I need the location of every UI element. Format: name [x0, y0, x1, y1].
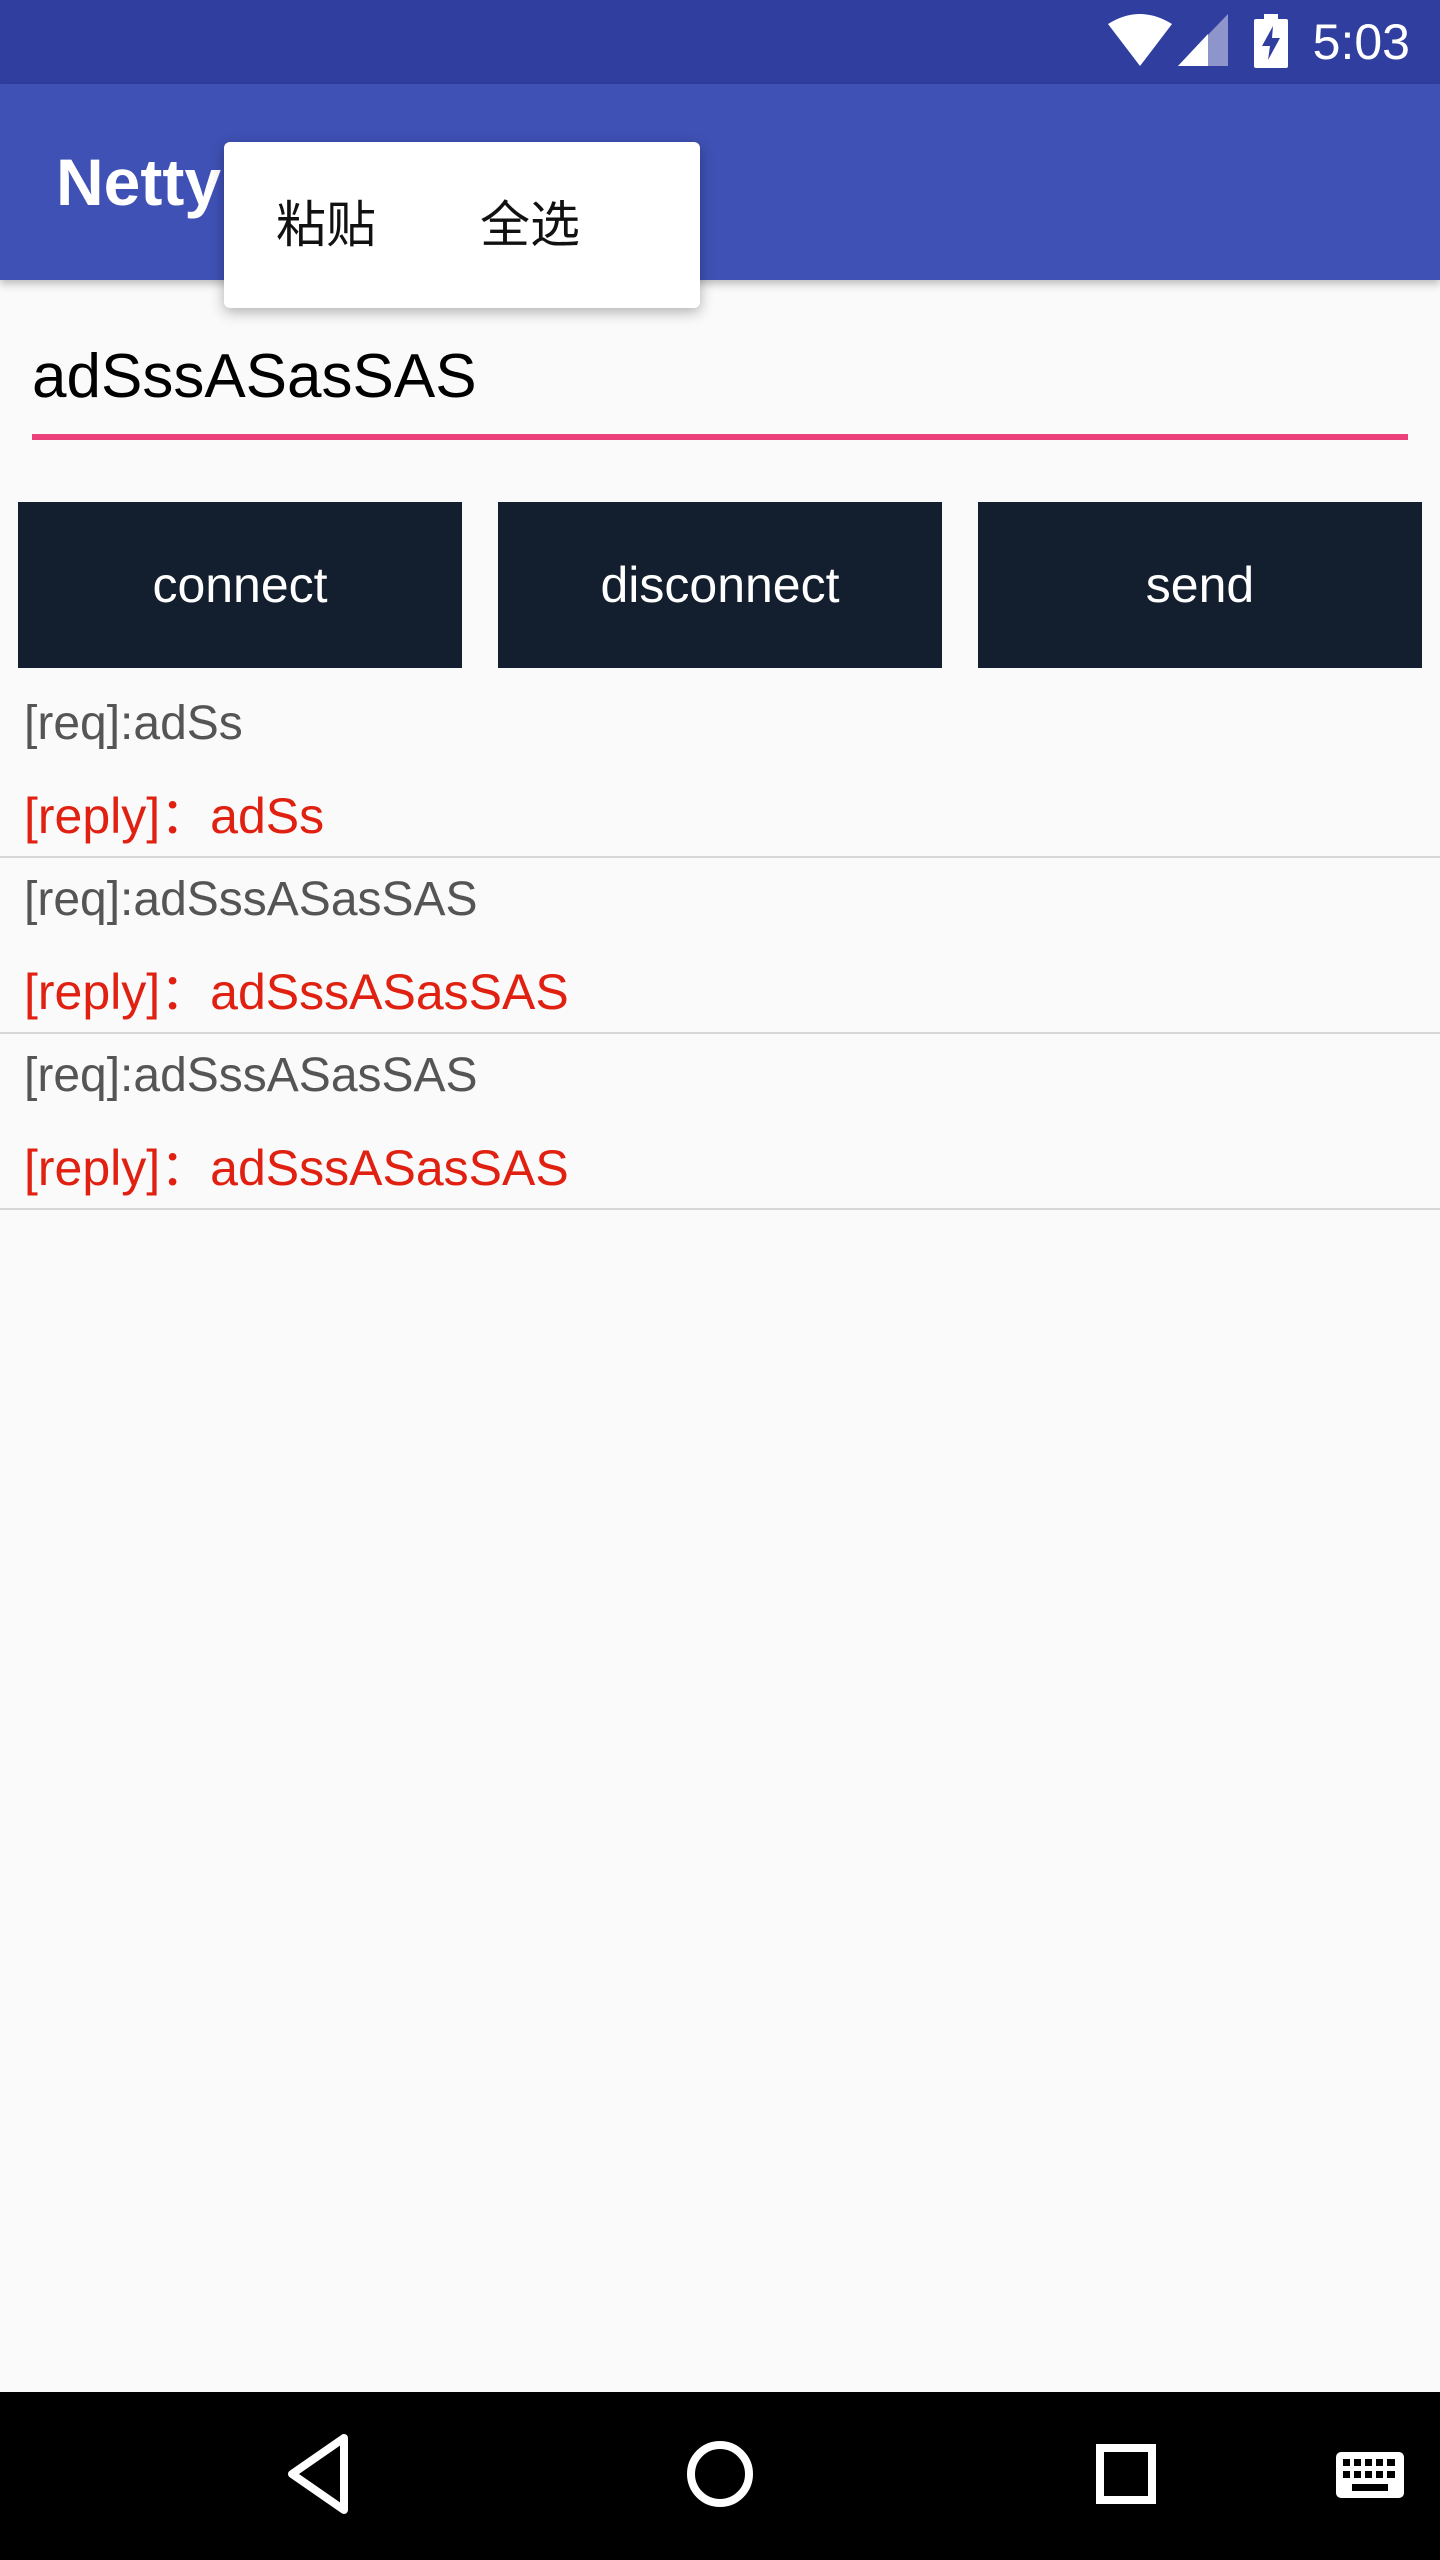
reply-text: [reply]：adSs: [24, 788, 325, 844]
text-selection-menu: 粘贴 全选: [224, 142, 700, 308]
paste-menu-item[interactable]: 粘贴: [224, 142, 428, 308]
send-button[interactable]: send: [978, 502, 1422, 668]
select-all-menu-item[interactable]: 全选: [428, 142, 632, 308]
home-icon[interactable]: [684, 2432, 756, 2516]
list-item: [req]:adSssASasSAS [reply]：adSssASasSAS: [0, 1034, 1440, 1210]
reply-text: [reply]：adSssASasSAS: [24, 1140, 569, 1196]
message-input-container: [32, 318, 1408, 444]
signal-icon: [1178, 14, 1228, 66]
request-text: [req]:adSssASasSAS: [24, 1049, 478, 1102]
keyboard-icon[interactable]: [1334, 2432, 1406, 2516]
button-row: connect disconnect send: [18, 502, 1422, 668]
status-bar: 5:03: [0, 0, 1440, 84]
back-icon[interactable]: [282, 2432, 354, 2516]
list-item: [req]:adSssASasSAS [reply]：adSssASasSAS: [0, 858, 1440, 1034]
recents-icon[interactable]: [1090, 2432, 1162, 2516]
disconnect-button[interactable]: disconnect: [498, 502, 942, 668]
status-time: 5:03: [1312, 14, 1410, 70]
input-underline: [32, 434, 1408, 440]
reply-text: [reply]：adSssASasSAS: [24, 964, 569, 1020]
battery-charging-icon: [1254, 14, 1288, 68]
wifi-icon: [1108, 14, 1172, 66]
message-log-list: [req]:adSs [reply]：adSs [req]:adSssASasS…: [0, 682, 1440, 1210]
request-text: [req]:adSs: [24, 697, 243, 750]
connect-button[interactable]: connect: [18, 502, 462, 668]
request-text: [req]:adSssASasSAS: [24, 873, 478, 926]
app-title: Netty: [56, 145, 222, 219]
list-item: [req]:adSs [reply]：adSs: [0, 682, 1440, 858]
app-bar: Netty: [0, 84, 1440, 280]
message-input[interactable]: [32, 318, 1408, 434]
navigation-bar: [0, 2392, 1440, 2560]
